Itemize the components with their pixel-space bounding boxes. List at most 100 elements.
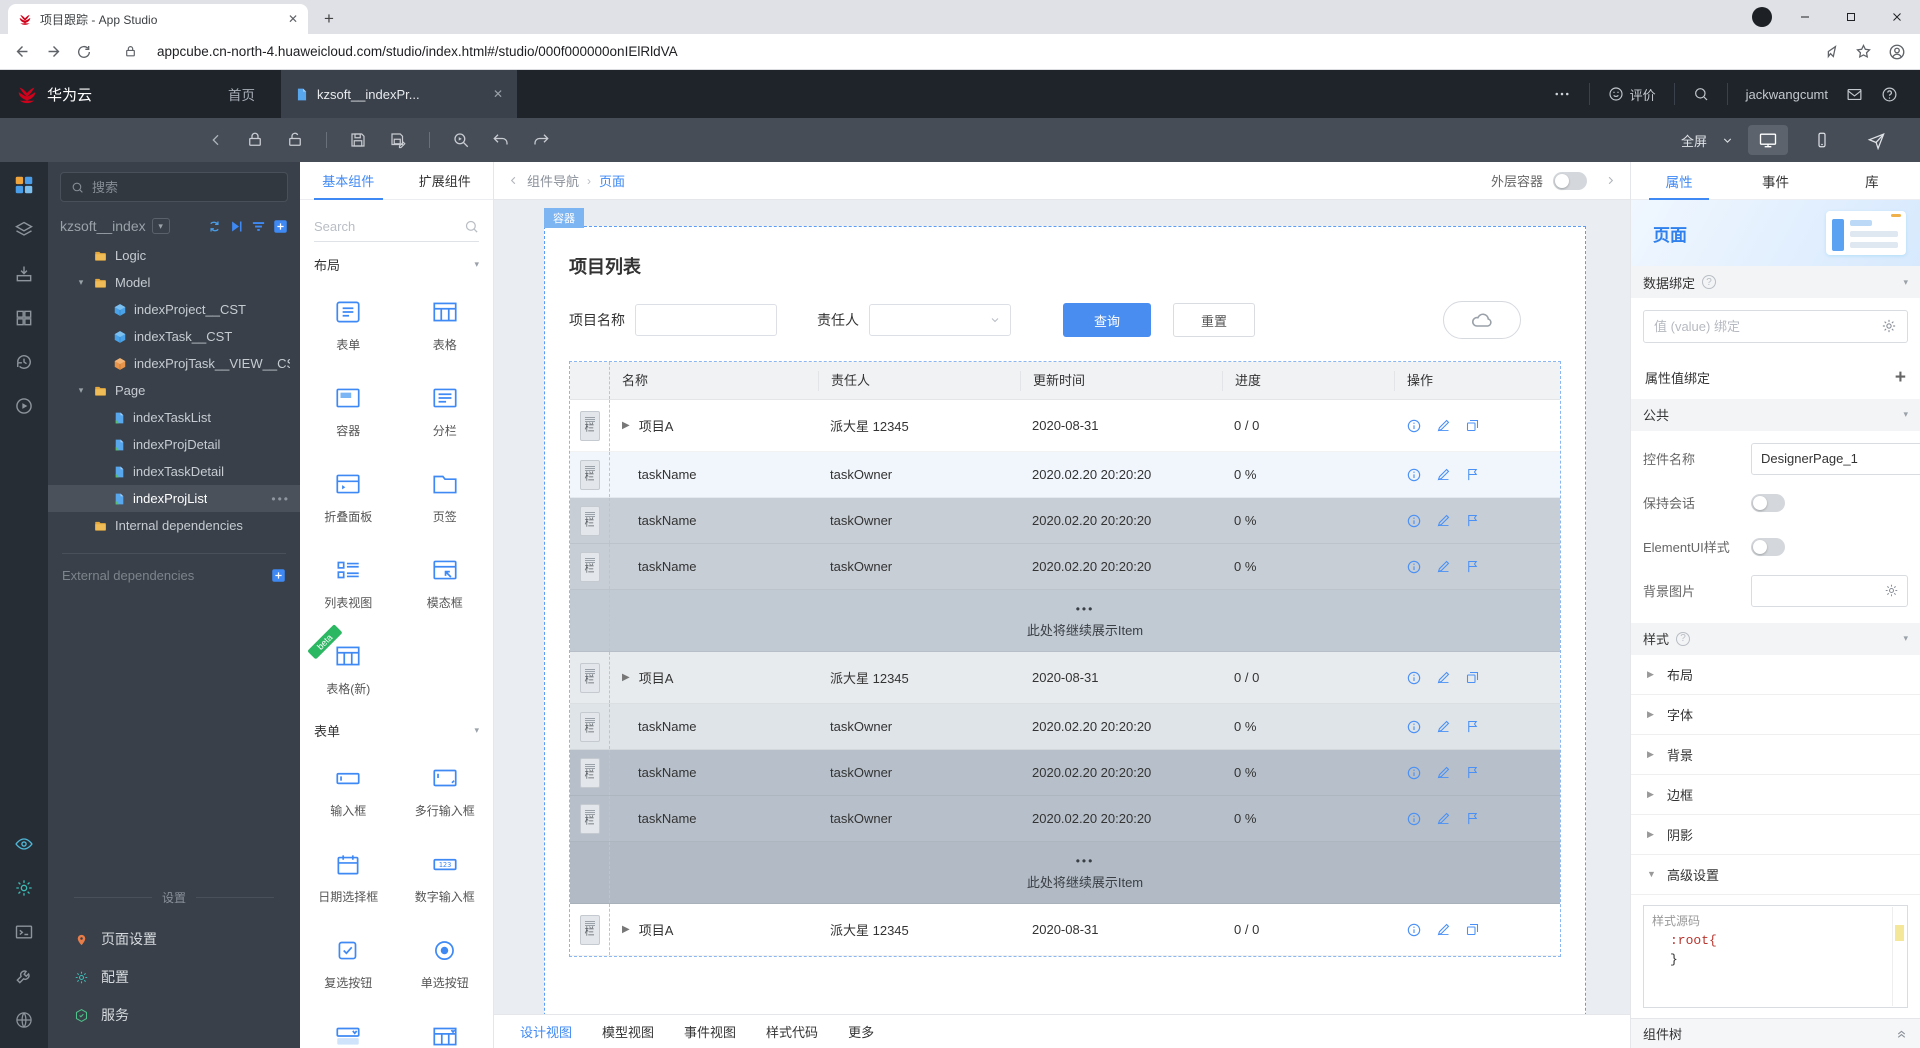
tree-item-indexprojtask-view-cst[interactable]: indexProjTask__VIEW__CST: [48, 350, 300, 377]
palette-item-[interactable]: 输入框: [300, 748, 397, 834]
settings-gear-icon[interactable]: [14, 878, 34, 898]
layers-icon[interactable]: [14, 220, 34, 240]
tab-events[interactable]: 事件: [1727, 162, 1823, 199]
palette-section-header[interactable]: 布局 ▾: [300, 246, 493, 282]
edit-icon[interactable]: [1436, 719, 1451, 734]
more-menu-icon[interactable]: [1553, 85, 1571, 103]
palette-item-[interactable]: 复选按钮: [300, 920, 397, 1006]
flag-icon[interactable]: [1465, 765, 1480, 780]
tree-caret-icon[interactable]: ▾: [76, 277, 86, 288]
tab-extended-components[interactable]: 扩展组件: [397, 162, 494, 199]
gear-icon[interactable]: [1881, 318, 1897, 334]
copy-icon[interactable]: [1465, 418, 1480, 433]
run-icon[interactable]: [229, 219, 244, 234]
share-icon[interactable]: [1822, 43, 1839, 60]
preview-eye-icon[interactable]: [14, 834, 34, 854]
desktop-view-button[interactable]: [1748, 125, 1788, 155]
table-row[interactable]: 栏 ▶ 项目A 派大星 12345 2020-08-31 0 / 0: [570, 652, 1560, 704]
info-icon[interactable]: [1406, 670, 1422, 686]
gear-icon[interactable]: [1884, 583, 1899, 598]
brand-area[interactable]: 华为云: [0, 83, 218, 105]
fullscreen-label[interactable]: 全屏: [1681, 131, 1707, 150]
table-row[interactable]: 栏 taskName taskOwner 2020.02.20 20:20:20 0 %: [570, 498, 1560, 544]
tree-caret-icon[interactable]: ▾: [76, 385, 86, 396]
table-row[interactable]: ••• 此处将继续展示Item: [570, 590, 1560, 652]
flag-icon[interactable]: [1465, 811, 1480, 826]
settings-item-页面设置[interactable]: 页面设置: [48, 920, 300, 958]
drag-handle[interactable]: 栏: [579, 662, 600, 693]
keep-session-toggle[interactable]: [1751, 493, 1785, 512]
tab-close-icon[interactable]: ✕: [288, 12, 298, 26]
components-icon[interactable]: [14, 308, 34, 328]
info-icon[interactable]: [1406, 418, 1422, 434]
table-row[interactable]: 栏 ▶ 项目A 派大星 12345 2020-08-31 0 / 0: [570, 904, 1560, 956]
palette-item-[interactable]: 表单: [300, 282, 397, 368]
tree-item-indextasklist[interactable]: indexTaskList: [48, 404, 300, 431]
help-icon[interactable]: [1881, 86, 1898, 103]
console-icon[interactable]: [14, 922, 34, 942]
copy-icon[interactable]: [1465, 670, 1480, 685]
cloud-button[interactable]: [1443, 301, 1521, 339]
edit-icon[interactable]: [1436, 811, 1451, 826]
tab-library[interactable]: 库: [1824, 162, 1920, 199]
view-tab-事件视图[interactable]: 事件视图: [684, 1022, 736, 1041]
refresh-icon[interactable]: [207, 219, 222, 234]
browser-tab[interactable]: 项目跟踪 - App Studio ✕: [8, 4, 308, 34]
outer-container-toggle[interactable]: [1553, 171, 1587, 190]
header-search-icon[interactable]: [1693, 86, 1709, 102]
edit-icon[interactable]: [1436, 765, 1451, 780]
info-icon[interactable]: [1406, 811, 1422, 827]
edit-icon[interactable]: [1436, 418, 1451, 433]
external-dependencies-label[interactable]: External dependencies: [62, 568, 194, 583]
palette-item-[interactable]: 折叠面板: [300, 454, 397, 540]
table-row[interactable]: 栏 taskName taskOwner 2020.02.20 20:20:20 0 %: [570, 544, 1560, 590]
code-line[interactable]: :root{: [1644, 931, 1907, 950]
breadcrumb-root[interactable]: 组件导航: [527, 171, 579, 190]
project-name-input[interactable]: [635, 304, 777, 336]
minimize-button[interactable]: [1782, 0, 1828, 34]
table-row[interactable]: ••• 此处将继续展示Item: [570, 842, 1560, 904]
settings-item-服务[interactable]: 服务: [48, 996, 300, 1034]
collapse-palette-icon[interactable]: [508, 175, 519, 186]
edit-icon[interactable]: [1436, 559, 1451, 574]
copy-icon[interactable]: [1465, 922, 1480, 937]
palette-item-[interactable]: 单选按钮: [397, 920, 494, 1006]
info-icon[interactable]: [1406, 922, 1422, 938]
project-name[interactable]: kzsoft__index: [60, 218, 146, 234]
collapse-explorer-icon[interactable]: [208, 132, 224, 148]
help-circle-icon[interactable]: ?: [1676, 631, 1691, 646]
bookmark-star-icon[interactable]: [1855, 43, 1872, 60]
drag-handle[interactable]: 栏: [579, 711, 600, 742]
expand-tree-icon[interactable]: [1895, 1027, 1908, 1040]
install-icon[interactable]: [14, 264, 34, 284]
palette-item-[interactable]: 下拉框: [300, 1006, 397, 1048]
chevron-down-icon[interactable]: [1721, 134, 1734, 147]
publish-icon[interactable]: [1856, 125, 1896, 155]
item-more-icon[interactable]: •••: [271, 492, 290, 506]
flag-icon[interactable]: [1465, 467, 1480, 482]
view-tab-样式代码[interactable]: 样式代码: [766, 1022, 818, 1041]
style-source-editor[interactable]: 样式源码 :root{ }: [1643, 904, 1908, 1008]
value-binding-input[interactable]: [1654, 318, 1881, 334]
tree-item-indextask-cst[interactable]: indexTask__CST: [48, 323, 300, 350]
tree-item-indexproject-cst[interactable]: indexProject__CST: [48, 296, 300, 323]
ellipsis-icon[interactable]: •••: [610, 854, 1560, 868]
drag-handle[interactable]: 栏: [579, 410, 600, 441]
style-group-高级设置[interactable]: ▼ 高级设置: [1631, 855, 1920, 895]
drag-handle[interactable]: 栏: [579, 551, 600, 582]
table-row[interactable]: 栏 taskName taskOwner 2020.02.20 20:20:20 0 %: [570, 796, 1560, 842]
lock-icon[interactable]: [246, 131, 264, 149]
data-binding-section-header[interactable]: 数据绑定 ? ▾: [1631, 266, 1920, 298]
collapse-inspector-icon[interactable]: [1605, 175, 1616, 186]
view-tab-更多[interactable]: 更多: [848, 1022, 874, 1041]
home-link[interactable]: 首页: [228, 84, 255, 104]
table-row[interactable]: 栏 taskName taskOwner 2020.02.20 20:20:20 0 %: [570, 750, 1560, 796]
table-row[interactable]: 栏 taskName taskOwner 2020.02.20 20:20:20 0 %: [570, 452, 1560, 498]
explorer-search-input[interactable]: [92, 179, 277, 195]
tree-item-logic[interactable]: Logic: [48, 242, 300, 269]
save-all-icon[interactable]: [389, 131, 407, 149]
tree-item-indexprojdetail[interactable]: indexProjDetail: [48, 431, 300, 458]
info-icon[interactable]: [1406, 559, 1422, 575]
ssl-lock-icon[interactable]: [124, 45, 137, 58]
redo-icon[interactable]: [532, 131, 550, 149]
